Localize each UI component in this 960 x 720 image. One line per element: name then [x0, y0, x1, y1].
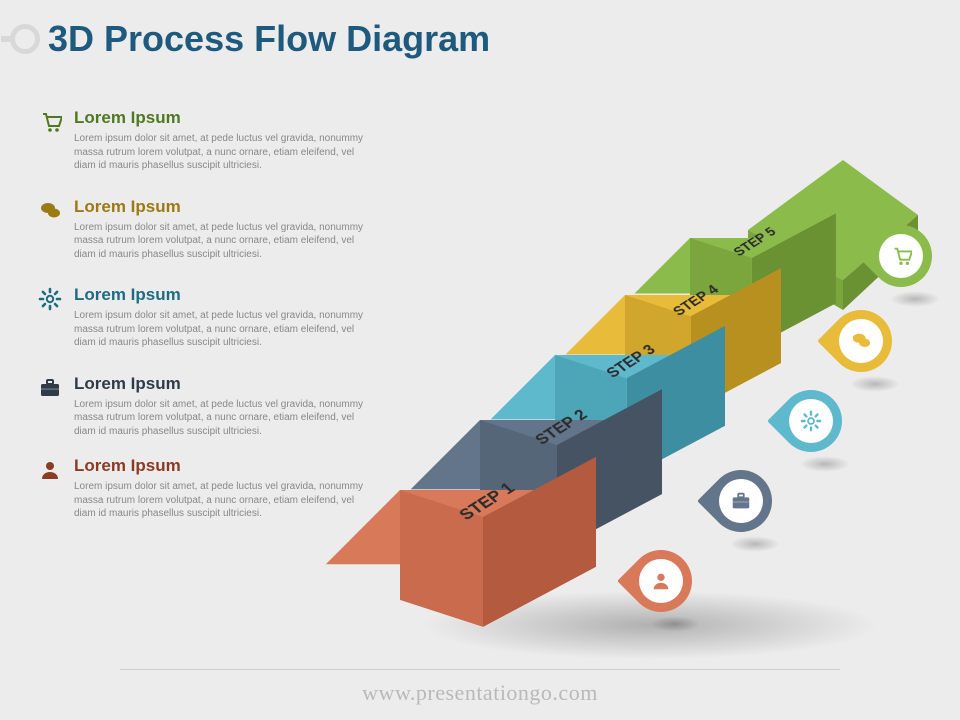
legend-item: Lorem Ipsum Lorem ipsum dolor sit amet, …	[38, 285, 368, 350]
map-pin-2	[710, 470, 772, 548]
legend-title: Lorem Ipsum	[74, 285, 368, 305]
briefcase-icon	[38, 374, 74, 439]
legend-item: Lorem Ipsum Lorem ipsum dolor sit amet, …	[38, 456, 368, 521]
footer-divider	[120, 669, 840, 670]
map-pin-1	[630, 550, 692, 628]
legend-desc: Lorem ipsum dolor sit amet, at pede luct…	[74, 132, 368, 173]
footer-url: www.presentationgo.com	[362, 680, 598, 705]
legend-desc: Lorem ipsum dolor sit amet, at pede luct…	[74, 398, 368, 439]
header: 3D Process Flow Diagram	[0, 0, 960, 70]
map-pin-3	[780, 390, 842, 468]
page-title: 3D Process Flow Diagram	[48, 18, 490, 60]
user-icon	[38, 456, 74, 521]
diagram-stage: STEP 1 STEP 2 STEP 3 STEP 4 STEP 5	[360, 120, 940, 640]
gear-icon	[38, 285, 74, 350]
map-pin-5	[870, 225, 932, 303]
chat-icon	[38, 197, 74, 262]
legend-desc: Lorem ipsum dolor sit amet, at pede luct…	[74, 221, 368, 262]
legend-desc: Lorem ipsum dolor sit amet, at pede luct…	[74, 480, 368, 521]
legend-title: Lorem Ipsum	[74, 108, 368, 128]
legend-title: Lorem Ipsum	[74, 197, 368, 217]
legend-item: Lorem Ipsum Lorem ipsum dolor sit amet, …	[38, 108, 368, 173]
header-ring-icon	[10, 24, 40, 54]
cart-icon	[38, 108, 74, 173]
footer: www.presentationgo.com	[0, 669, 960, 706]
legend-item: Lorem Ipsum Lorem ipsum dolor sit amet, …	[38, 197, 368, 262]
legend-desc: Lorem ipsum dolor sit amet, at pede luct…	[74, 309, 368, 350]
legend-title: Lorem Ipsum	[74, 374, 368, 394]
legend-item: Lorem Ipsum Lorem ipsum dolor sit amet, …	[38, 374, 368, 439]
legend-title: Lorem Ipsum	[74, 456, 368, 476]
map-pin-4	[830, 310, 892, 388]
legend-list: Lorem Ipsum Lorem ipsum dolor sit amet, …	[38, 108, 368, 539]
